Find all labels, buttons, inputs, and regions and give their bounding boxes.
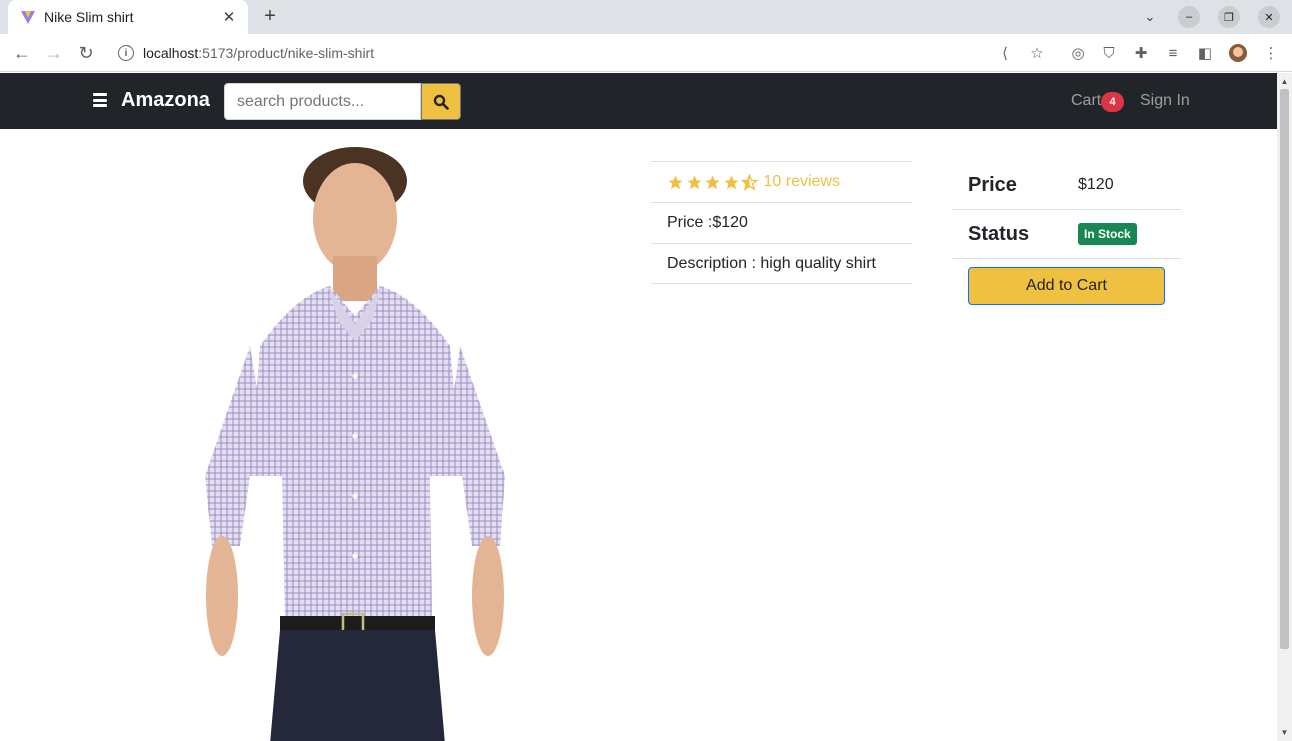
side-price-value: $120	[1078, 176, 1114, 193]
hamburger-menu-icon[interactable]	[93, 93, 107, 107]
reload-icon[interactable]: ↻	[73, 40, 99, 66]
reading-list-icon[interactable]: ≡	[1161, 41, 1185, 65]
price-row: Price :$120	[651, 202, 912, 243]
cart-count-badge: 4	[1101, 92, 1124, 112]
minimize-icon[interactable]: –	[1178, 6, 1200, 28]
extension-owl-icon[interactable]: ◎	[1066, 41, 1090, 65]
rating-stars	[667, 173, 760, 191]
rating-row: 10 reviews	[651, 161, 912, 202]
star-full-icon	[723, 174, 739, 189]
site-info-icon[interactable]: i	[118, 45, 134, 61]
vite-favicon-icon	[21, 11, 35, 24]
site-navbar: Amazona Cart 4 Sign In	[0, 73, 1277, 129]
product-info-list: 10 reviews Price :$120 Description : hig…	[651, 161, 912, 284]
restore-icon[interactable]: ❐	[1218, 6, 1240, 28]
purchase-card: Price $120 Status In Stock	[952, 161, 1181, 259]
extension-shield-icon[interactable]: ⛉	[1097, 41, 1121, 65]
profile-avatar-icon[interactable]	[1226, 41, 1250, 65]
product-image	[205, 147, 505, 741]
back-icon[interactable]: ←	[9, 40, 35, 66]
url-path: :5173/product/nike-slim-shirt	[198, 45, 375, 61]
brand-logo[interactable]: Amazona	[121, 89, 210, 112]
share-icon[interactable]: ⟨	[994, 42, 1016, 64]
star-full-icon	[686, 174, 702, 189]
side-panel-icon[interactable]: ◧	[1193, 41, 1217, 65]
sign-in-link[interactable]: Sign In	[1140, 92, 1190, 110]
address-bar[interactable]: i localhost :5173/product/nike-slim-shir…	[108, 38, 1056, 68]
side-price-row: Price $120	[952, 161, 1181, 210]
star-full-icon	[705, 174, 720, 189]
browser-tab[interactable]: Nike Slim shirt ✕	[8, 0, 248, 34]
scroll-up-icon[interactable]: ▲	[1280, 76, 1289, 86]
window-close-icon[interactable]: ✕	[1258, 6, 1280, 28]
search-button[interactable]	[421, 83, 461, 120]
cart-link[interactable]: Cart	[1071, 92, 1101, 110]
description-row: Description : high quality shirt	[651, 243, 912, 284]
browser-tabstrip: Nike Slim shirt ✕ + ⌄ – ❐ ✕	[0, 0, 1292, 34]
scroll-down-icon[interactable]: ▼	[1280, 727, 1289, 737]
page-scrollbar[interactable]: ▲ ▼	[1277, 73, 1292, 741]
scrollbar-thumb[interactable]	[1280, 89, 1289, 649]
star-full-icon	[668, 174, 683, 189]
bookmark-star-icon[interactable]: ☆	[1026, 42, 1048, 64]
search-icon	[433, 94, 449, 110]
extensions-puzzle-icon[interactable]: ✚	[1129, 41, 1153, 65]
forward-icon[interactable]: →	[41, 40, 67, 66]
page-viewport: Amazona Cart 4 Sign In	[0, 73, 1277, 741]
browser-toolbar: ← → ↻ i localhost :5173/product/nike-sli…	[0, 34, 1292, 72]
reviews-count[interactable]: 10 reviews	[764, 173, 840, 191]
side-status-label: Status	[968, 222, 1030, 245]
side-price-label: Price	[968, 173, 1017, 196]
star-half-icon	[741, 173, 758, 191]
search-input[interactable]	[224, 83, 421, 120]
url-host: localhost	[143, 45, 199, 61]
tab-title: Nike Slim shirt	[44, 9, 134, 25]
new-tab-icon[interactable]: +	[258, 4, 282, 28]
status-badge: In Stock	[1078, 223, 1137, 245]
browser-menu-icon[interactable]: ⋮	[1259, 41, 1283, 65]
tab-close-icon[interactable]: ✕	[220, 8, 238, 26]
side-status-row: Status In Stock	[952, 210, 1181, 259]
add-to-cart-button[interactable]: Add to Cart	[968, 267, 1165, 305]
tab-search-icon[interactable]: ⌄	[1139, 6, 1161, 28]
